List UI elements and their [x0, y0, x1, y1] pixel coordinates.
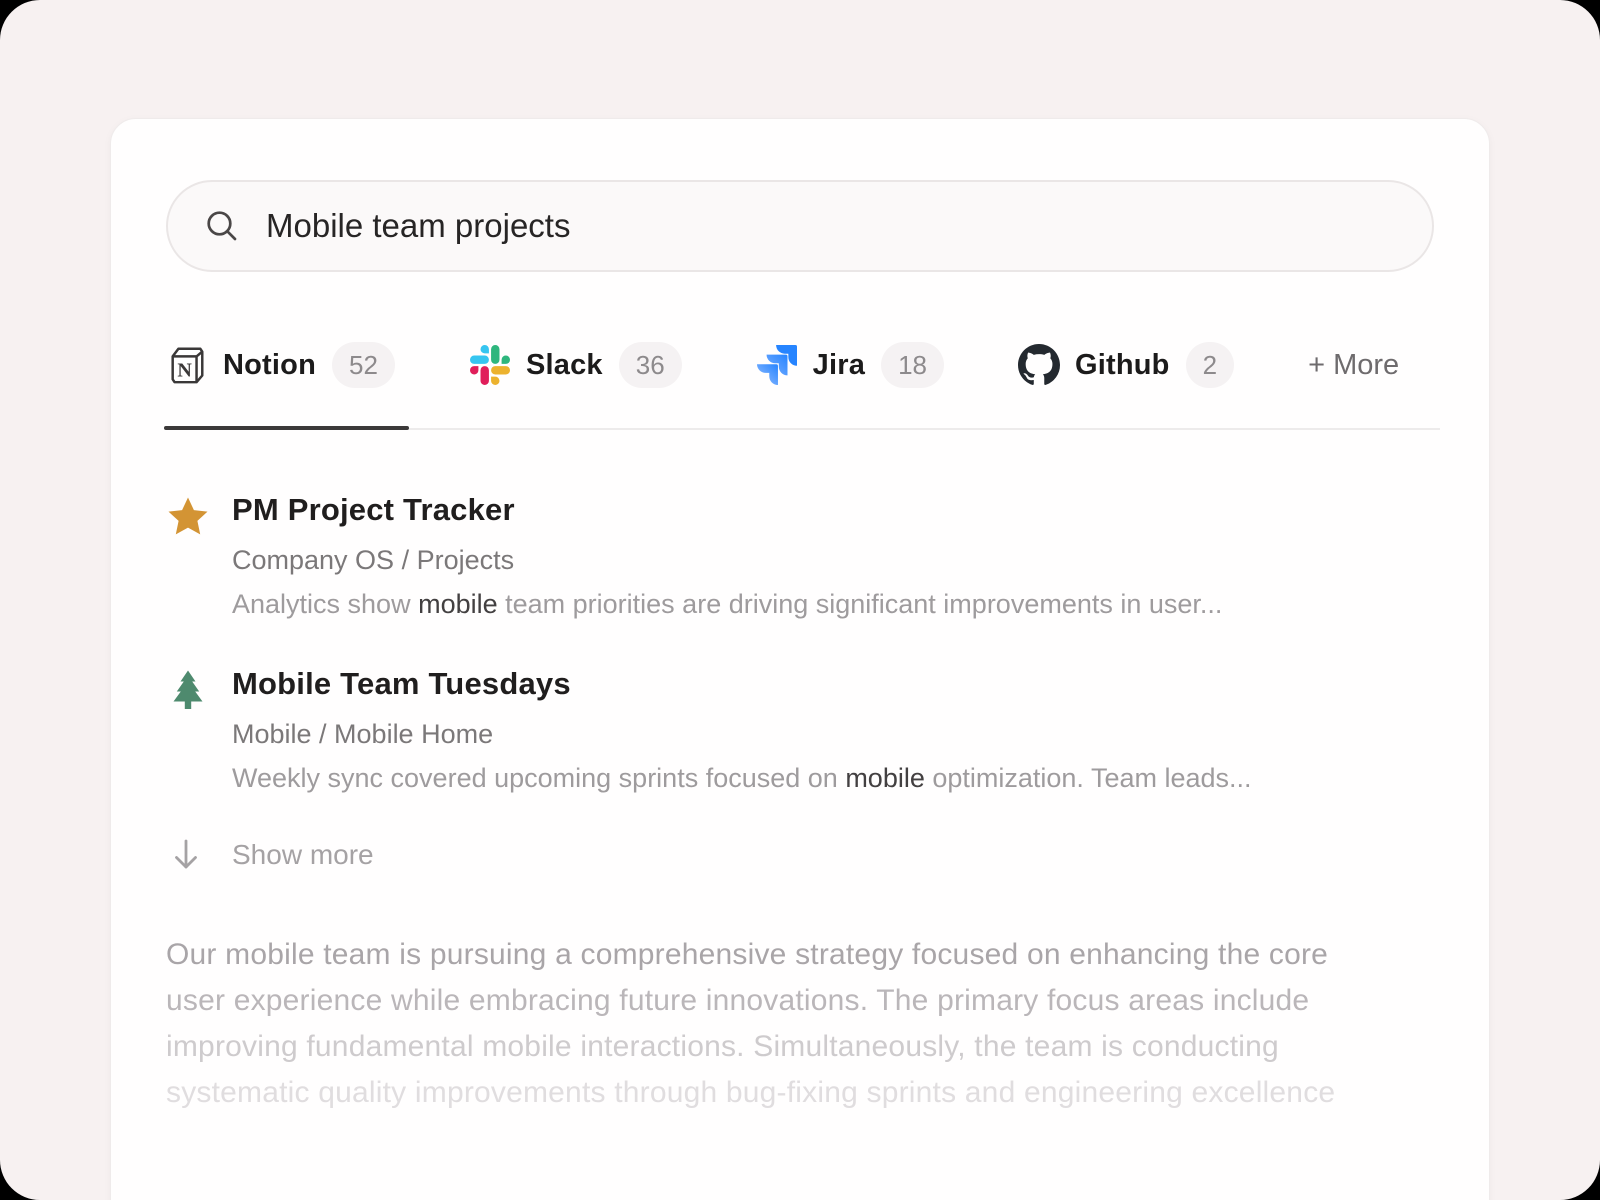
summary-line: user experience while embracing future i…	[166, 978, 1434, 1024]
highlighted-term: mobile	[845, 763, 925, 793]
result-item-pm-project-tracker[interactable]: PM Project Tracker Company OS / Projects…	[166, 492, 1434, 620]
tab-github[interactable]: Github 2	[1018, 342, 1234, 388]
highlighted-term: mobile	[418, 589, 498, 619]
summary-line: improving fundamental mobile interaction…	[166, 1024, 1434, 1070]
tab-github-label: Github	[1075, 349, 1170, 382]
slack-icon	[469, 344, 511, 386]
github-icon	[1018, 344, 1060, 386]
result-snippet: Analytics show mobile team priorities ar…	[232, 589, 1222, 620]
result-breadcrumb: Company OS / Projects	[232, 545, 1222, 576]
search-input[interactable]	[266, 207, 1396, 245]
summary-line: Our mobile team is pursuing a comprehens…	[166, 932, 1434, 978]
star-icon	[166, 494, 210, 538]
ai-summary-text: Our mobile team is pursuing a comprehens…	[166, 932, 1434, 1116]
tab-github-count-badge: 2	[1186, 342, 1234, 388]
tab-jira-count-badge: 18	[881, 342, 944, 388]
jira-icon	[756, 344, 798, 386]
show-more-button[interactable]: Show more	[166, 838, 1434, 872]
results-list: PM Project Tracker Company OS / Projects…	[166, 492, 1434, 794]
tab-jira-label: Jira	[813, 349, 865, 382]
tab-more[interactable]: + More	[1308, 349, 1399, 382]
result-title: PM Project Tracker	[232, 492, 1222, 528]
summary-line: systematic quality improvements through …	[166, 1070, 1434, 1116]
tab-jira[interactable]: Jira 18	[756, 342, 944, 388]
tab-notion[interactable]: N Notion 52	[166, 342, 395, 388]
tab-slack-label: Slack	[526, 349, 603, 382]
screen-background: N Notion 52 Slack 36	[0, 0, 1600, 1200]
result-title: Mobile Team Tuesdays	[232, 666, 1252, 702]
source-tabs: N Notion 52 Slack 36	[166, 342, 1434, 430]
tab-slack[interactable]: Slack 36	[469, 342, 682, 388]
result-breadcrumb: Mobile / Mobile Home	[232, 719, 1252, 750]
arrow-down-icon	[170, 838, 202, 872]
tab-notion-count-badge: 52	[332, 342, 395, 388]
svg-text:N: N	[177, 359, 192, 381]
search-bar[interactable]	[166, 180, 1434, 272]
result-snippet: Weekly sync covered upcoming sprints foc…	[232, 763, 1252, 794]
search-icon	[204, 208, 240, 244]
result-item-mobile-team-tuesdays[interactable]: Mobile Team Tuesdays Mobile / Mobile Hom…	[166, 666, 1434, 794]
tab-notion-label: Notion	[223, 349, 316, 382]
search-panel: N Notion 52 Slack 36	[110, 118, 1490, 1200]
notion-icon: N	[166, 344, 208, 386]
tab-slack-count-badge: 36	[619, 342, 682, 388]
show-more-label: Show more	[232, 839, 374, 871]
tree-icon	[166, 668, 210, 712]
